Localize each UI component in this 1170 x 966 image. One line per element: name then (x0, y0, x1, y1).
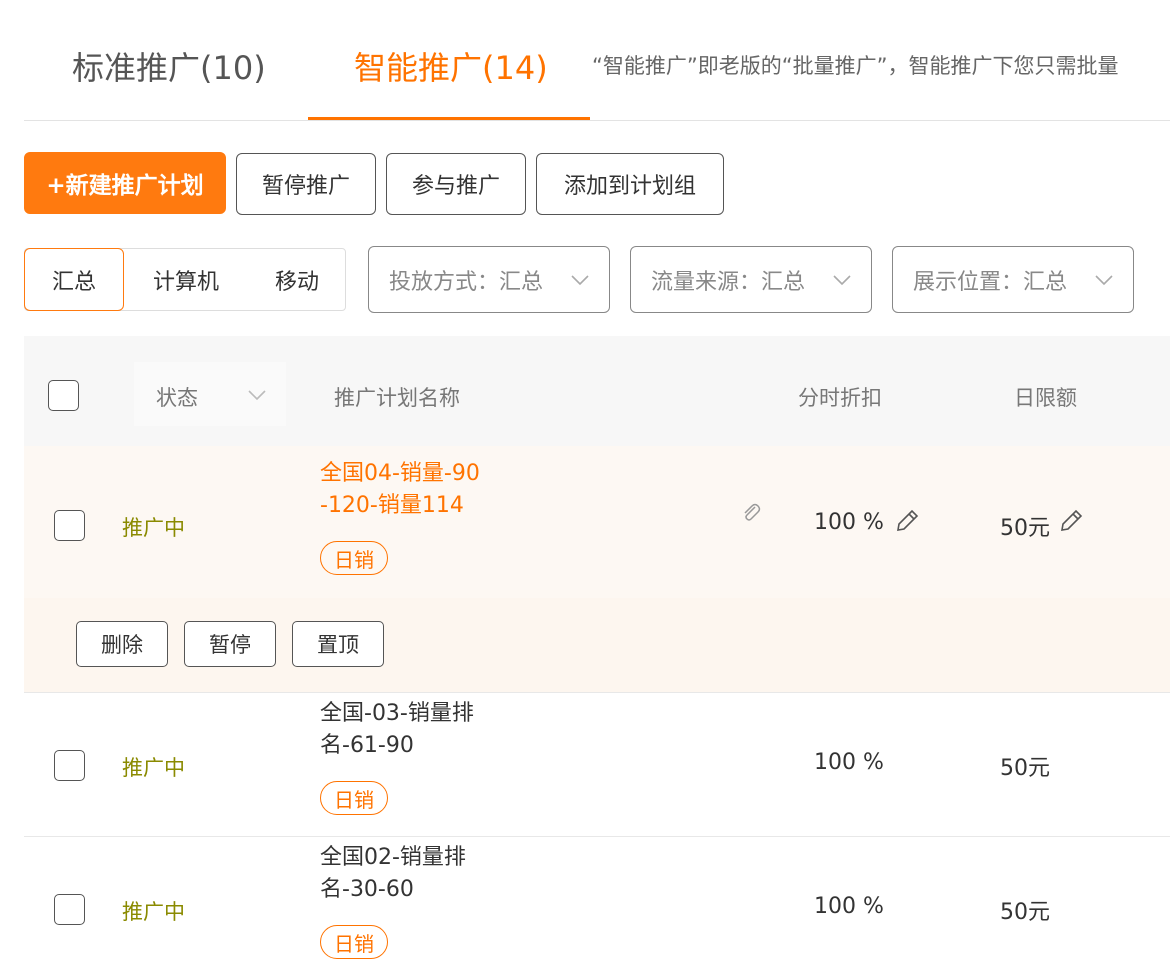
plan-name-link[interactable]: 全国02-销量排 名-30-60 (320, 842, 466, 906)
chevron-down-icon (571, 275, 589, 286)
daily-sales-tag: 日销 (320, 781, 388, 815)
status-text: 推广中 (122, 900, 185, 924)
device-segmented-control: 汇总 计算机 移动 (24, 248, 346, 311)
traffic-source-label: 流量来源：汇总 (651, 269, 806, 295)
plan-name-link[interactable]: 全国04-销量-90 -120-销量114 (320, 458, 480, 522)
traffic-source-dropdown[interactable]: 流量来源：汇总 (630, 246, 872, 313)
segment-computer[interactable]: 计算机 (125, 249, 247, 310)
time-discount-value: 100 % (814, 750, 884, 775)
pencil-icon[interactable] (894, 508, 920, 534)
row-checkbox[interactable] (54, 894, 85, 925)
header-status: 状态 (156, 386, 198, 410)
tab-bar: 标准推广(10) 智能推广(14) “智能推广”即老版的“批量推广”，智能推广下… (0, 0, 1170, 122)
new-plan-button[interactable]: +新建推广计划 (24, 152, 226, 214)
pin-to-top-button[interactable]: 置顶 (292, 621, 384, 667)
row-checkbox[interactable] (54, 750, 85, 781)
daily-limit-value: 50元 (1000, 756, 1050, 781)
plan-name-line: 全国-03-销量排 (320, 701, 474, 726)
pencil-icon[interactable] (1058, 508, 1084, 534)
row-divider (24, 692, 1170, 693)
segment-mobile[interactable]: 移动 (247, 249, 347, 310)
plan-name-line: 名-30-60 (320, 877, 414, 902)
chevron-down-icon (1095, 275, 1113, 286)
select-all-checkbox[interactable] (48, 380, 79, 411)
daily-limit-value: 50元 (1000, 516, 1050, 541)
plan-name-line: 名-61-90 (320, 733, 414, 758)
header-daily-limit: 日限额 (1014, 386, 1077, 410)
time-discount-value: 100 % (814, 894, 884, 919)
plan-name-line: -120-销量114 (320, 493, 464, 518)
pause-promotion-button[interactable]: 暂停推广 (236, 153, 376, 215)
placement-dropdown[interactable]: 展示位置：汇总 (892, 246, 1134, 313)
delete-button[interactable]: 删除 (76, 621, 168, 667)
plan-name-line: 全国02-销量排 (320, 845, 466, 870)
segment-summary[interactable]: 汇总 (24, 248, 124, 311)
daily-sales-tag: 日销 (320, 925, 388, 959)
header-time-discount: 分时折扣 (798, 386, 882, 410)
row-divider (24, 836, 1170, 837)
daily-sales-tag: 日销 (320, 541, 388, 575)
status-filter-dropdown[interactable]: 状态 (134, 362, 286, 426)
delivery-method-label: 投放方式：汇总 (389, 269, 544, 295)
daily-limit-value: 50元 (1000, 900, 1050, 925)
add-to-group-button[interactable]: 添加到计划组 (536, 153, 724, 215)
row-checkbox[interactable] (54, 510, 85, 541)
delivery-method-dropdown[interactable]: 投放方式：汇总 (368, 246, 610, 313)
tab-divider (24, 120, 1170, 121)
header-plan-name: 推广计划名称 (334, 386, 460, 410)
chevron-down-icon (833, 275, 851, 286)
pause-button[interactable]: 暂停 (184, 621, 276, 667)
tab-standard-promotion[interactable]: 标准推广(10) (72, 46, 266, 90)
status-text: 推广中 (122, 756, 185, 780)
status-text: 推广中 (122, 516, 185, 540)
chevron-down-icon (248, 390, 266, 401)
row-main-area (24, 446, 1170, 598)
join-promotion-button[interactable]: 参与推广 (386, 153, 526, 215)
paperclip-icon[interactable] (740, 502, 762, 524)
tab-smart-promotion[interactable]: 智能推广(14) (354, 46, 548, 90)
time-discount-value: 100 % (814, 510, 884, 535)
placement-label: 展示位置：汇总 (913, 269, 1068, 295)
plan-name-line: 全国04-销量-90 (320, 461, 480, 486)
plan-name-link[interactable]: 全国-03-销量排 名-61-90 (320, 698, 474, 762)
tab-description: “智能推广”即老版的“批量推广”，智能推广下您只需批量 (592, 54, 1119, 78)
